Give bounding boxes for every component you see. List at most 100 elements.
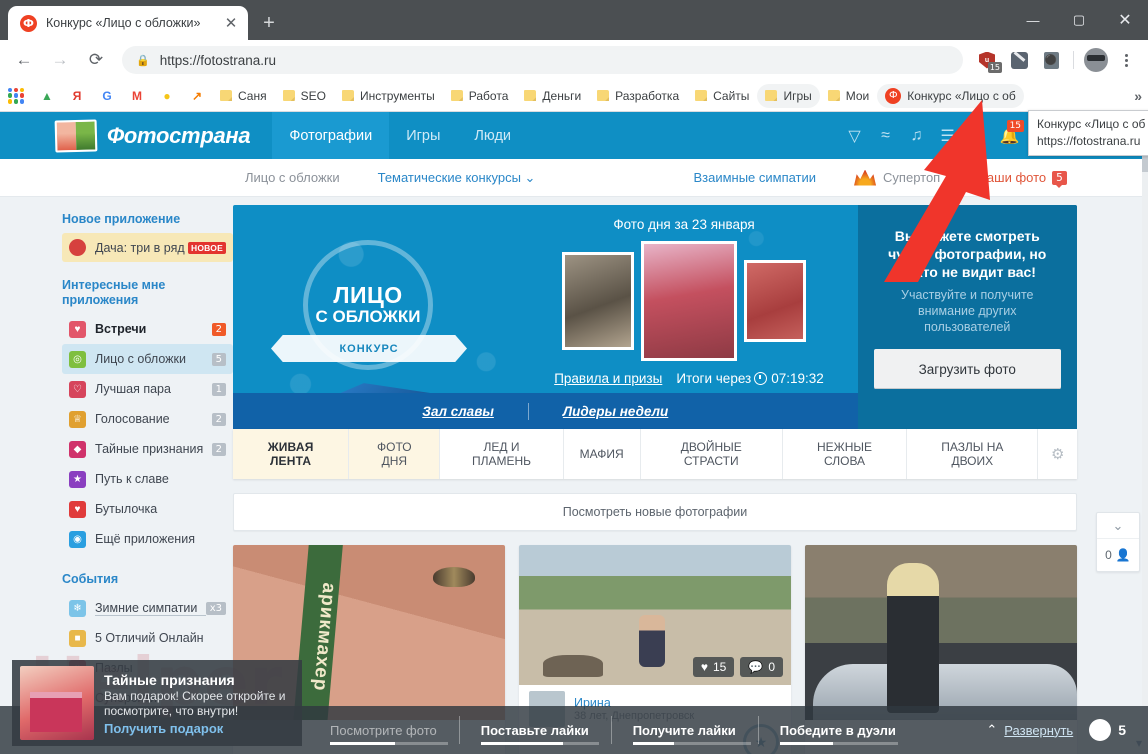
photo-thumb[interactable] xyxy=(641,241,737,361)
address-bar[interactable]: 🔒 https://fotostrana.ru ★ xyxy=(122,46,995,74)
main-nav: Фотографии Игры Люди xyxy=(272,112,528,159)
bookmark-item[interactable]: Разработка xyxy=(589,84,687,108)
comments-count: 0 xyxy=(768,660,775,674)
bookmark-item[interactable]: Игры xyxy=(757,83,820,108)
browser-tab[interactable]: Ф Конкурс «Лицо с обложки» ✕ xyxy=(8,6,248,40)
tab-favicon-icon: Ф xyxy=(20,14,37,32)
page-scrollbar[interactable] xyxy=(1142,112,1148,754)
photo-thumb[interactable] xyxy=(744,260,806,342)
sidebar-item-path-to-fame[interactable]: ★ Путь к славе xyxy=(62,464,233,494)
medal-icon: ◎ xyxy=(69,350,86,368)
yandex-icon[interactable]: Я xyxy=(69,88,85,104)
tab-close-icon[interactable]: ✕ xyxy=(222,14,240,32)
task-get-likes[interactable]: Получите лайки xyxy=(610,706,758,754)
upload-photo-button[interactable]: Загрузить фото xyxy=(873,349,1061,389)
tab-double-passions[interactable]: ДВОЙНЫЕ СТРАСТИ xyxy=(641,429,783,479)
sidebar-item-more-apps[interactable]: ◉ Ещё приложения xyxy=(62,524,233,554)
bookmark-item[interactable]: SEO xyxy=(275,84,334,108)
task-label: Получите лайки xyxy=(632,722,736,738)
back-icon[interactable]: ← xyxy=(9,45,39,75)
rules-and-prizes-link[interactable]: Правила и призы xyxy=(554,371,662,386)
chrome-menu-icon[interactable] xyxy=(1112,53,1140,67)
google-icon[interactable]: G xyxy=(99,88,115,104)
gift-popup[interactable]: Тайные признания Вам подарок! Скорее отк… xyxy=(12,660,302,746)
hall-of-fame-link[interactable]: Зал славы xyxy=(388,404,528,419)
keep-icon[interactable]: ● xyxy=(159,88,175,104)
get-gift-link[interactable]: Получить подарок xyxy=(104,721,294,736)
sidebar-item-5-differences[interactable]: ■ 5 Отличий Онлайн xyxy=(62,623,233,653)
task-progress xyxy=(779,742,898,745)
site-logo[interactable]: Фотострана xyxy=(54,118,251,153)
sidebar-item-bottle[interactable]: ♥ Бутылочка xyxy=(62,494,233,524)
nav-photos[interactable]: Фотографии xyxy=(272,112,390,159)
bookmark-item[interactable]: Деньги xyxy=(516,84,589,108)
nav-games[interactable]: Игры xyxy=(389,112,457,159)
tab-tender-words[interactable]: НЕЖНЫЕ СЛОВА xyxy=(783,429,908,479)
tab-photo-of-day[interactable]: ФОТО ДНЯ xyxy=(349,429,441,479)
expand-tasks[interactable]: ⌃ Развернуть xyxy=(986,722,1089,738)
new-tab-button[interactable]: + xyxy=(254,8,284,38)
subnav-thematic-contests[interactable]: Тематические конкурсы ⌄ xyxy=(378,170,536,186)
profile-avatar[interactable] xyxy=(1082,46,1110,74)
coin-icon xyxy=(1089,719,1112,741)
tab-live-feed[interactable]: ЖИВАЯ ЛЕНТА xyxy=(233,429,350,479)
tab-puzzles-for-two[interactable]: ПАЗЛЫ НА ДВОИХ xyxy=(907,429,1039,479)
subnav-mutual-sympathies[interactable]: Взаимные симпатии xyxy=(693,170,816,185)
card-image[interactable] xyxy=(805,545,1077,720)
gmail-icon[interactable]: M xyxy=(129,88,145,104)
nav-people[interactable]: Люди xyxy=(457,112,528,159)
sidebar-item-best-couple[interactable]: ♡ Лучшая пара 1 xyxy=(62,374,233,404)
apps-grid-icon[interactable] xyxy=(8,87,24,104)
sidebar-item-secret-confessions[interactable]: ◆ Тайные признания 2 xyxy=(62,434,233,464)
tab-mafia[interactable]: МАФИЯ xyxy=(564,429,641,479)
sidebar-item-dacha[interactable]: Дача: три в ряд НОВОЕ xyxy=(62,233,233,262)
maximize-button[interactable]: ▢ xyxy=(1056,0,1102,40)
sidebar-item-badge: 1 xyxy=(211,382,226,396)
analytics-icon[interactable]: ↗ xyxy=(189,88,205,104)
card-image[interactable]: ♥ 15 💬 0 xyxy=(519,545,791,685)
person-decoration xyxy=(887,563,939,713)
bookmark-item[interactable]: Работа xyxy=(443,84,517,108)
bookmark-item[interactable]: Сайты xyxy=(687,84,757,108)
subnav-cover-face[interactable]: Лицо с обложки xyxy=(245,170,340,185)
sidebar-item-vstrechi[interactable]: ♥ Встречи 2 xyxy=(62,314,233,344)
task-win-duel[interactable]: Победите в дуэли xyxy=(757,706,918,754)
sidebar-item-winter-sympathies[interactable]: ❄ Зимние симпатии x3 xyxy=(62,593,233,623)
note-extension-icon[interactable]: ⚫ xyxy=(1037,46,1065,74)
tab-ice-and-flame[interactable]: ЛЕД И ПЛАМЕНЬ xyxy=(440,429,564,479)
gift-icon: ◆ xyxy=(69,440,86,458)
close-window-button[interactable]: ✕ xyxy=(1102,0,1148,40)
view-new-photos-button[interactable]: Посмотреть новые фотографии xyxy=(233,493,1077,531)
week-leaders-link[interactable]: Лидеры недели xyxy=(529,404,702,419)
star-icon: ★ xyxy=(69,470,86,488)
ublock-extension-icon[interactable]: u 15 xyxy=(973,46,1002,74)
logo-photos-icon xyxy=(54,118,98,153)
bookmark-item[interactable]: Саня xyxy=(212,84,275,108)
forward-icon[interactable]: → xyxy=(45,45,75,75)
chevron-down-icon[interactable]: ⌄ xyxy=(1097,513,1139,539)
task-label: Поставьте лайки xyxy=(480,722,589,738)
bookmarks-overflow-icon[interactable]: » xyxy=(1134,88,1142,104)
gear-icon[interactable]: ⚙ xyxy=(1038,429,1077,479)
collapse-icon[interactable]: ▾ xyxy=(1136,736,1142,750)
bookmark-label: Инструменты xyxy=(359,88,435,103)
minimize-button[interactable]: — xyxy=(1010,0,1056,40)
reload-icon[interactable]: ⟳ xyxy=(81,45,111,75)
bookmark-item[interactable]: Инструменты xyxy=(334,84,443,108)
folder-icon xyxy=(220,90,232,101)
online-count[interactable]: 0 👤 xyxy=(1097,539,1139,571)
likes-stat[interactable]: ♥ 15 xyxy=(692,657,735,677)
sidebar-item-cover-face[interactable]: ◎ Лицо с обложки 5 xyxy=(62,344,233,374)
task-give-likes[interactable]: Поставьте лайки xyxy=(458,706,611,754)
apple-icon xyxy=(69,239,86,256)
expand-label[interactable]: Развернуть xyxy=(1004,723,1073,738)
right-side-widget[interactable]: ⌄ 0 👤 xyxy=(1096,512,1140,572)
folder-icon xyxy=(827,90,840,101)
photo-thumb[interactable] xyxy=(562,252,634,350)
sidebar-item-voting[interactable]: ♕ Голосование 2 xyxy=(62,404,233,434)
drive-icon[interactable]: ▲ xyxy=(39,88,55,104)
extension-icon[interactable] xyxy=(1005,46,1033,74)
clock-icon xyxy=(754,372,768,385)
tooltip-title: Конкурс «Лицо с об xyxy=(1037,117,1146,131)
comments-stat[interactable]: 💬 0 xyxy=(740,657,783,677)
